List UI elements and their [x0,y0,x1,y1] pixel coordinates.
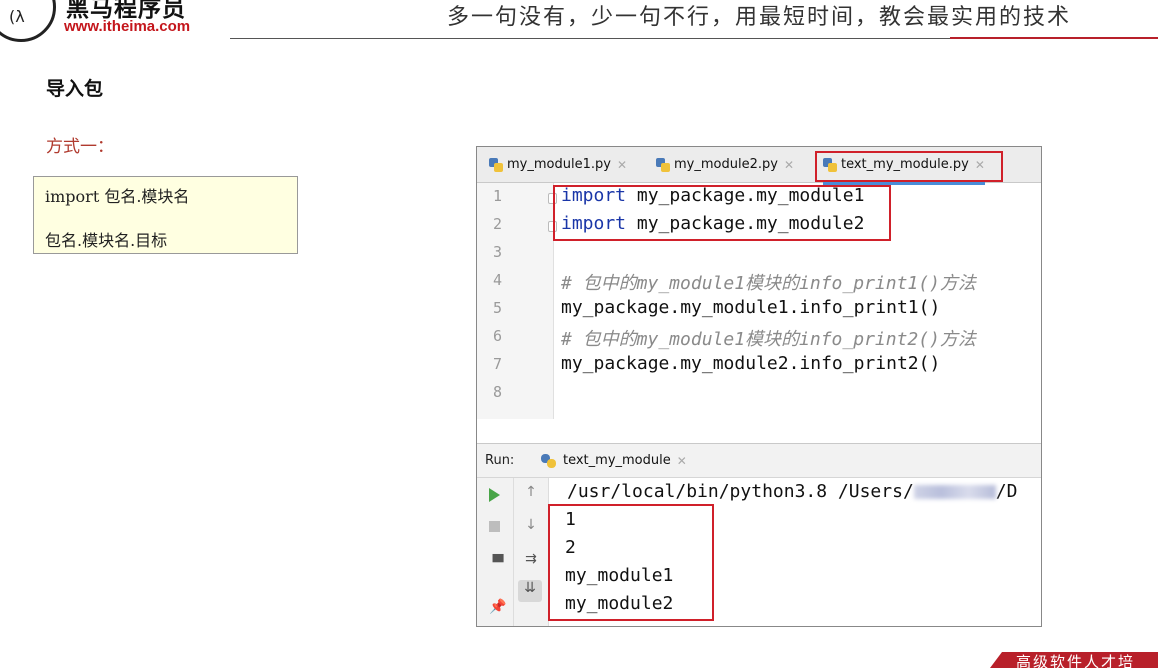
line-number: 4 [493,271,503,289]
line-number: 1 [493,187,503,205]
tab-label: my_module2.py [674,157,778,172]
slogan: 多一句没有，少一句不行，用最短时间，教会最实用的技术 [447,5,1072,30]
logo-glyph-icon: (λ [9,7,25,26]
command-text-end: /D [995,481,1018,502]
logo-emblem: (λ [0,0,56,42]
import-highlight [553,185,891,241]
blurred-username [913,485,996,499]
line-number: 5 [493,299,503,317]
tab-my-module2[interactable]: my_module2.py ✕ [656,147,794,182]
scroll-to-end-icon[interactable]: ⇊ [518,580,542,602]
close-icon[interactable]: ✕ [617,158,627,172]
header-accent-divider [950,37,1158,39]
close-icon[interactable]: ✕ [677,454,687,468]
ide-screenshot: my_module1.py ✕ my_module2.py ✕ text_my_… [476,146,1042,627]
run-panel-header: Run: text_my_module ✕ [477,444,1041,478]
stop-icon[interactable] [489,521,500,532]
layout-icon[interactable]: ▀ [483,555,513,571]
active-tab-highlight [815,151,1003,182]
code-line-4[interactable]: # 包中的my_module1模块的info_print1()方法 [561,269,976,295]
soft-wrap-icon[interactable]: ⇉ [516,551,546,567]
line-number: 3 [493,243,503,261]
syntax-code-box: import 包名.模块名 包名.模块名.目标 [33,176,298,254]
close-icon[interactable]: ✕ [784,158,794,172]
output-highlight [548,504,714,621]
run-icon[interactable] [489,488,500,502]
code-line-5[interactable]: my_package.my_module1.info_print1() [561,297,940,318]
code-line-6[interactable]: # 包中的my_module1模块的info_print2()方法 [561,325,976,351]
down-arrow-icon[interactable]: ↓ [516,517,546,533]
run-label: Run: [485,453,515,468]
line-number: 2 [493,215,503,233]
run-command: /usr/local/bin/python3.8 /Users/ /D [567,481,1017,502]
section-title: 导入包 [46,78,104,100]
footer-text: 高级软件人才培 [1016,653,1136,671]
command-text: /usr/local/bin/python3.8 /Users/ [567,481,914,502]
tab-my-module1[interactable]: my_module1.py ✕ [489,147,627,182]
syntax-line-1: import 包名.模块名 [45,187,190,206]
footer-banner: 高级软件人才培 [990,652,1158,668]
syntax-line-2: 包名.模块名.目标 [45,231,168,250]
run-tab[interactable]: text_my_module ✕ [541,444,687,477]
pin-icon[interactable]: 📌 [483,599,513,615]
line-number-gutter: 1 2 3 4 5 6 7 8 [477,183,557,419]
method-label: 方式一： [46,137,114,157]
tab-label: my_module1.py [507,157,611,172]
python-file-icon [489,157,503,172]
python-file-icon [656,157,670,172]
python-icon [541,453,557,468]
line-number: 8 [493,383,503,401]
code-line-7[interactable]: my_package.my_module2.info_print2() [561,353,940,374]
line-number: 7 [493,355,503,373]
line-number: 6 [493,327,503,345]
brand-url: www.itheima.com [64,18,191,35]
up-arrow-icon[interactable]: ↑ [516,484,546,500]
run-tab-label: text_my_module [563,453,671,468]
